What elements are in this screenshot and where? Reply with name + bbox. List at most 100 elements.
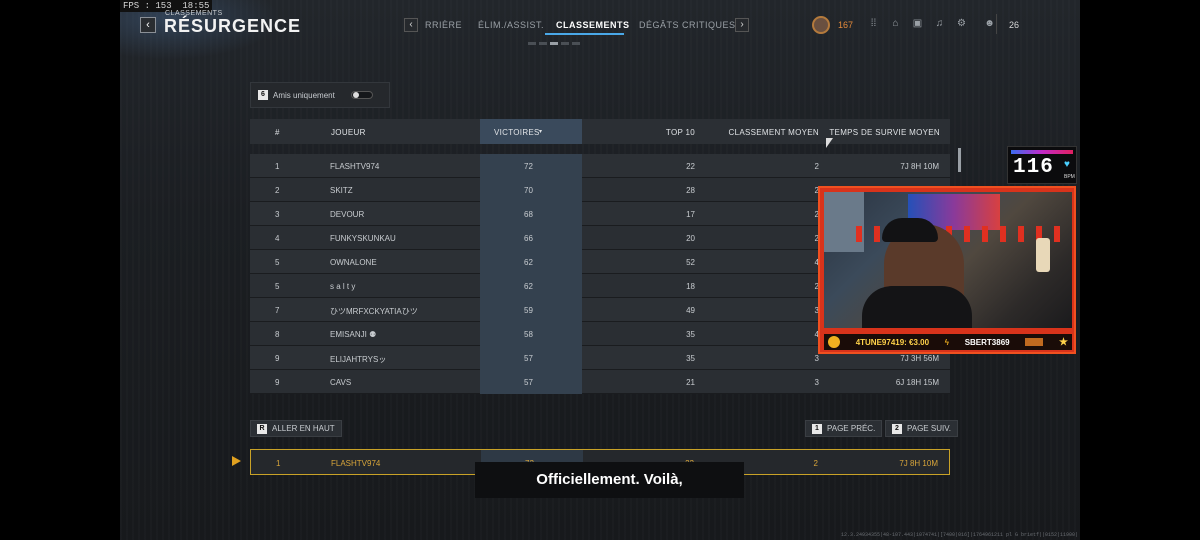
tab-career[interactable]: RRIÈRE xyxy=(425,20,462,30)
cell-wins: 62 xyxy=(524,282,533,291)
cell-rank: 1 xyxy=(275,162,280,171)
chevron-left-icon: ‹ xyxy=(146,19,150,31)
next-page-button[interactable]: 2 PAGE SUIV. xyxy=(885,420,959,437)
player-level: 26 xyxy=(1009,20,1020,30)
cell-avg-placement: 3 xyxy=(814,378,819,387)
cell-player: FUNKYSKUNKAU xyxy=(330,234,396,243)
cell-top10: 22 xyxy=(686,162,695,171)
donation-bar: 4TUNE97419: €3.00 ϟ SBERT3869 ★ xyxy=(824,334,1072,350)
cell-top10: 49 xyxy=(686,306,695,315)
cell-wins: 72 xyxy=(524,162,533,171)
cell-rank: 5 xyxy=(275,282,280,291)
prev-page-label: PAGE PRÉC. xyxy=(827,424,876,433)
cell-top10: 21 xyxy=(686,378,695,387)
cell-player: EMISANJI ⚉ xyxy=(330,330,377,339)
grid-icon[interactable]: ⁞⁞ xyxy=(868,18,879,29)
header-wins[interactable]: VICTOIRES xyxy=(494,128,540,137)
cell-rank: 8 xyxy=(275,330,280,339)
store-icon[interactable]: ⌂ xyxy=(890,18,901,29)
cell-rank: 4 xyxy=(275,234,280,243)
cell-player: ELIJAHTRYSッ xyxy=(330,355,387,364)
star-icon: ★ xyxy=(1058,336,1068,348)
page-title: RÉSURGENCE xyxy=(164,16,302,36)
next-page-label: PAGE SUIV. xyxy=(907,424,952,433)
cell-top10: 52 xyxy=(686,258,695,267)
cell-rank: 1 xyxy=(276,459,281,468)
cell-top10: 20 xyxy=(686,234,695,243)
cell-top10: 18 xyxy=(686,282,695,291)
lightning-icon: ϟ xyxy=(944,337,949,347)
friends-only-filter[interactable]: 6 Amis uniquement xyxy=(250,82,390,108)
webcam-video xyxy=(824,192,1072,328)
cell-player: s a l t y xyxy=(330,282,356,291)
mouse-cursor-icon xyxy=(826,138,833,148)
bell-icon[interactable]: ♫ xyxy=(934,18,945,29)
page-dots xyxy=(528,42,580,45)
back-button[interactable]: ‹ xyxy=(140,17,156,33)
cell-player: ひツMRFXCKYATIAひツ xyxy=(330,307,418,316)
cell-player: FLASHTV974 xyxy=(330,162,380,171)
coin-icon xyxy=(828,336,840,348)
camera-icon[interactable]: ▣ xyxy=(912,18,923,29)
header-avg-placement[interactable]: CLASSEMENT MOYEN xyxy=(729,128,819,137)
cell-wins: 62 xyxy=(524,258,533,267)
go-to-top-button[interactable]: R ALLER EN HAUT xyxy=(250,420,342,437)
cell-rank: 9 xyxy=(275,354,280,363)
header-player[interactable]: JOUEUR xyxy=(331,128,366,137)
table-row[interactable]: 9 CAVS 57 21 3 6J 18H 15M xyxy=(250,370,950,394)
cell-player: FLASHTV974 xyxy=(331,459,381,468)
cell-top10: 17 xyxy=(686,210,695,219)
prev-page-button[interactable]: 1 PAGE PRÉC. xyxy=(805,420,883,437)
table-row[interactable]: 1 FLASHTV974 72 22 2 7J 8H 10M xyxy=(250,154,950,178)
go-to-top-label: ALLER EN HAUT xyxy=(272,424,335,433)
cell-rank: 2 xyxy=(275,186,280,195)
tab-leaderboards[interactable]: CLASSEMENTS xyxy=(556,20,630,30)
cell-player: OWNALONE xyxy=(330,258,377,267)
cell-avg-placement: 2 xyxy=(814,162,819,171)
cell-avg-placement: 3 xyxy=(814,354,819,363)
webcam-overlay: 4TUNE97419: €3.00 ϟ SBERT3869 ★ xyxy=(818,186,1076,354)
cell-rank: 7 xyxy=(275,306,280,315)
heart-rate-value: 116 xyxy=(1013,156,1054,179)
currency-value: 167 xyxy=(838,20,854,30)
cell-survival-time: 7J 8H 10M xyxy=(900,162,939,171)
heart-rate-widget: 116 ♥ BPM xyxy=(1007,146,1077,184)
chevron-right-icon: › xyxy=(740,19,744,30)
friends-icon[interactable]: ☻ xyxy=(984,18,995,29)
heart-rate-bar xyxy=(1011,150,1073,154)
keybind-1: 1 xyxy=(812,423,822,434)
tab-prev-button[interactable]: ‹ xyxy=(404,18,418,32)
cell-player: DEVOUR xyxy=(330,210,365,219)
cell-player: SKITZ xyxy=(330,186,353,195)
heart-rate-unit: BPM xyxy=(1064,174,1075,180)
table-header: # JOUEUR VICTOIRES ▾ TOP 10 CLASSEMENT M… xyxy=(250,119,950,144)
keybind-6: 6 xyxy=(258,90,268,100)
header-rank[interactable]: # xyxy=(275,128,280,137)
chevron-left-icon: ‹ xyxy=(409,19,413,30)
header-top10[interactable]: TOP 10 xyxy=(666,128,695,137)
tab-next-button[interactable]: › xyxy=(735,18,749,32)
tab-elims[interactable]: ÉLIM./ASSIST. xyxy=(478,20,544,30)
cell-wins: 57 xyxy=(524,354,533,363)
subtitle-caption: Officiellement. Voilà, xyxy=(475,462,744,498)
cell-wins: 58 xyxy=(524,330,533,339)
cell-rank: 3 xyxy=(275,210,280,219)
currency-icon xyxy=(812,16,830,34)
cell-player: CAVS xyxy=(330,378,352,387)
cell-wins: 57 xyxy=(524,378,533,387)
gear-icon[interactable]: ⚙ xyxy=(956,18,967,29)
sort-desc-icon: ▾ xyxy=(539,129,543,135)
cell-top10: 35 xyxy=(686,330,695,339)
tab-critical-damage[interactable]: DÉGÂTS CRITIQUES xyxy=(639,20,736,30)
table-scrollbar[interactable] xyxy=(958,148,961,172)
cell-avg-placement: 2 xyxy=(813,459,818,468)
cell-rank: 5 xyxy=(275,258,280,267)
hud-divider xyxy=(996,14,997,34)
friends-only-toggle[interactable] xyxy=(350,91,373,99)
heart-icon: ♥ xyxy=(1064,159,1070,170)
keybind-2: 2 xyxy=(892,423,902,434)
build-info: 12.3.24934355|48-107.443|1074741|[7400|0… xyxy=(840,532,1078,538)
cell-top10: 35 xyxy=(686,354,695,363)
cell-survival-time: 7J 8H 10M xyxy=(899,459,938,468)
header-survival-time[interactable]: TEMPS DE SURVIE MOYEN xyxy=(829,128,940,137)
